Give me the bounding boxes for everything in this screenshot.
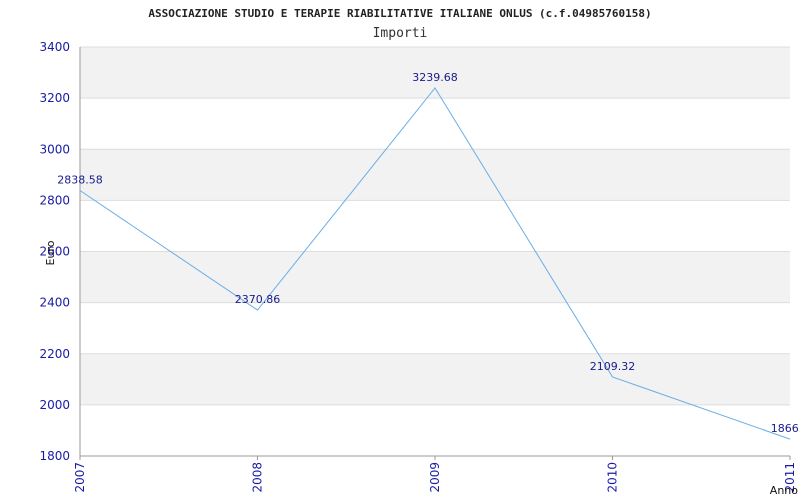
y-tick-label: 2800 bbox=[39, 193, 70, 207]
y-tick-label: 3400 bbox=[39, 40, 70, 54]
data-label: 1866.1 bbox=[771, 422, 800, 435]
chart-title: ASSOCIAZIONE STUDIO E TERAPIE RIABILITAT… bbox=[148, 7, 651, 20]
y-axis-label: Euro bbox=[44, 240, 57, 265]
background-bands bbox=[80, 47, 790, 405]
data-label: 2838.58 bbox=[57, 174, 103, 187]
x-tick-labels: 2007 2008 2009 2010 2011 bbox=[73, 456, 797, 493]
grid-band bbox=[80, 353, 790, 405]
data-label: 2109.32 bbox=[590, 360, 636, 373]
y-tick-label: 2000 bbox=[39, 398, 70, 412]
grid-band bbox=[80, 149, 790, 201]
data-label: 3239.68 bbox=[412, 71, 458, 84]
x-tick-label: 2007 bbox=[73, 462, 87, 493]
grid-band bbox=[80, 251, 790, 303]
y-tick-label: 1800 bbox=[39, 449, 70, 463]
chart-subtitle: Importi bbox=[373, 26, 428, 41]
x-tick-label: 2009 bbox=[428, 462, 442, 493]
line-chart: 180020002200240026002800300032003400 200… bbox=[39, 7, 800, 497]
y-tick-label: 3200 bbox=[39, 91, 70, 105]
x-tick-label: 2010 bbox=[606, 462, 620, 493]
data-label: 2370.86 bbox=[235, 293, 281, 306]
x-tick-label: 2008 bbox=[251, 462, 265, 493]
y-tick-label: 3000 bbox=[39, 142, 70, 156]
y-tick-label: 2400 bbox=[39, 296, 70, 310]
x-axis-label: Anno bbox=[770, 484, 798, 497]
y-tick-label: 2200 bbox=[39, 347, 70, 361]
